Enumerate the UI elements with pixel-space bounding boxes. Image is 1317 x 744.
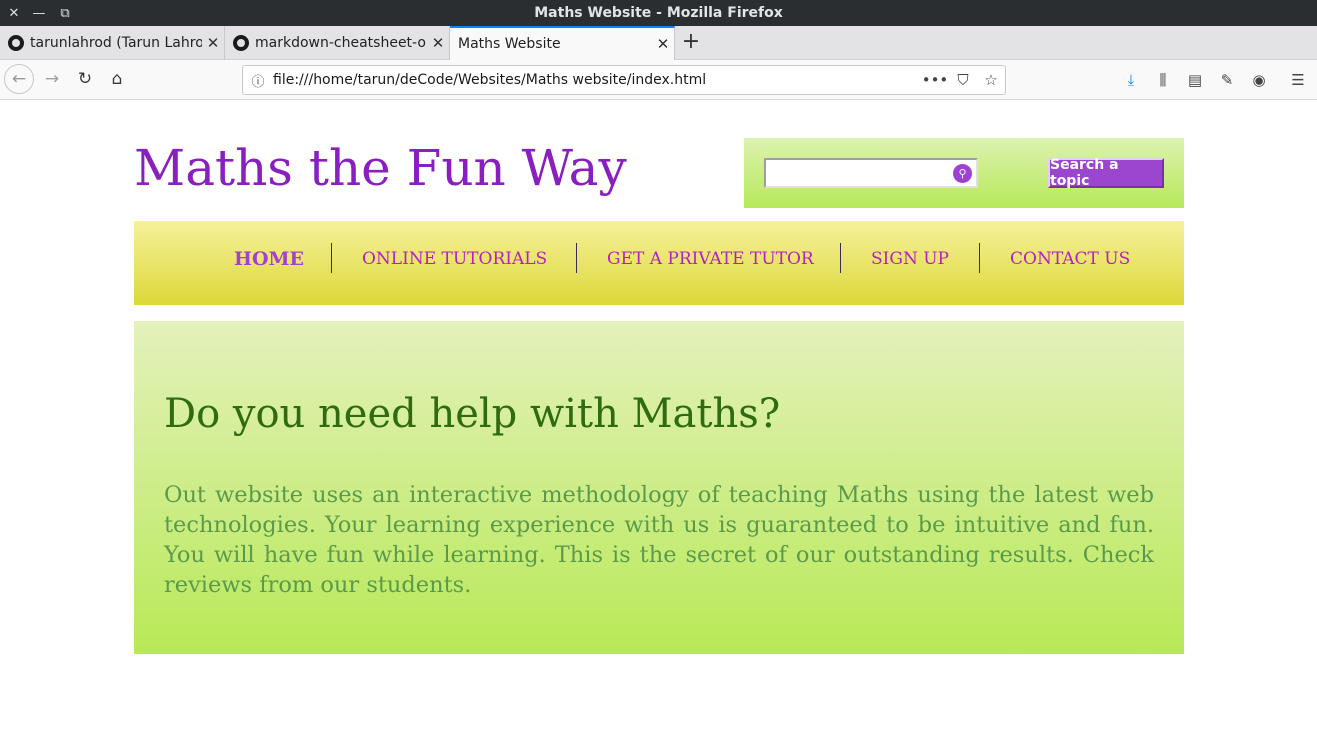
github-icon [8,35,24,51]
menu-divider [331,243,332,273]
hero-section: Do you need help with Maths? Out website… [134,321,1184,654]
search-panel: ⚲ Search a topic [744,138,1184,208]
menu-item-online-tutorials[interactable]: ONLINE TUTORIALS [362,221,547,305]
url-bar[interactable]: ⓘ file:///home/tarun/deCode/Websites/Mat… [242,65,1006,95]
search-icon[interactable]: ⚲ [953,164,972,183]
github-icon [233,35,249,51]
window-titlebar: ✕ — ⧉ Maths Website - Mozilla Firefox [0,0,1317,26]
page-actions-icon[interactable]: ••• [921,71,949,89]
browser-tab-2[interactable]: markdown-cheatsheet-online ✕ [225,26,450,60]
tab-close-icon[interactable]: ✕ [652,35,674,53]
bookmark-star-icon[interactable]: ☆ [977,71,1005,89]
menu-item-contact-us[interactable]: CONTACT US [1010,221,1130,305]
hero-paragraph: Out website uses an interactive methodol… [164,482,1154,598]
tab-close-icon[interactable]: ✕ [427,34,449,52]
reload-button[interactable]: ↻ [70,64,100,94]
main-menu: HOME ONLINE TUTORIALS GET A PRIVATE TUTO… [134,221,1184,305]
menu-divider [576,243,577,273]
library-icon[interactable]: ⫼ [1151,68,1175,92]
back-button[interactable]: ← [4,64,34,94]
tab-close-icon[interactable]: ✕ [202,34,224,52]
url-text[interactable]: file:///home/tarun/deCode/Websites/Maths… [273,72,921,88]
navigation-toolbar: ← → ↻ ⌂ ⓘ file:///home/tarun/deCode/Webs… [0,60,1317,100]
tab-strip: tarunlahrod (Tarun Lahrod) ✕ markdown-ch… [0,26,1317,60]
pocket-icon[interactable]: ⛉ [949,71,977,89]
page-viewport: Maths the Fun Way ⚲ Search a topic HOME … [0,101,1317,744]
menu-divider [979,243,980,273]
search-input[interactable]: ⚲ [764,158,978,188]
site-title: Maths the Fun Way [134,139,627,197]
search-topic-button[interactable]: Search a topic [1048,157,1164,189]
menu-item-home[interactable]: HOME [234,221,304,305]
hero-title: Do you need help with Maths? [164,391,781,437]
menu-item-sign-up[interactable]: SIGN UP [871,221,949,305]
browser-tab-3-active[interactable]: Maths Website ✕ [450,26,675,60]
tab-label: tarunlahrod (Tarun Lahrod) [30,35,202,51]
window-title: Maths Website - Mozilla Firefox [534,5,783,21]
tab-label: markdown-cheatsheet-online [255,35,427,51]
hamburger-menu-icon[interactable]: ☰ [1286,68,1310,92]
menu-item-private-tutor[interactable]: GET A PRIVATE TUTOR [607,221,814,305]
forward-button[interactable]: → [37,64,67,94]
downloads-icon[interactable]: ⤓ [1119,68,1143,92]
account-icon[interactable]: ◉ [1247,68,1271,92]
tab-label: Maths Website [458,36,561,52]
extension-icon[interactable]: ✎ [1215,68,1239,92]
site-info-icon[interactable]: ⓘ [243,71,273,90]
browser-tab-1[interactable]: tarunlahrod (Tarun Lahrod) ✕ [0,26,225,60]
menu-divider [840,243,841,273]
new-tab-button[interactable]: + [678,26,704,60]
sidebar-icon[interactable]: ▤ [1183,68,1207,92]
home-button[interactable]: ⌂ [102,64,132,94]
